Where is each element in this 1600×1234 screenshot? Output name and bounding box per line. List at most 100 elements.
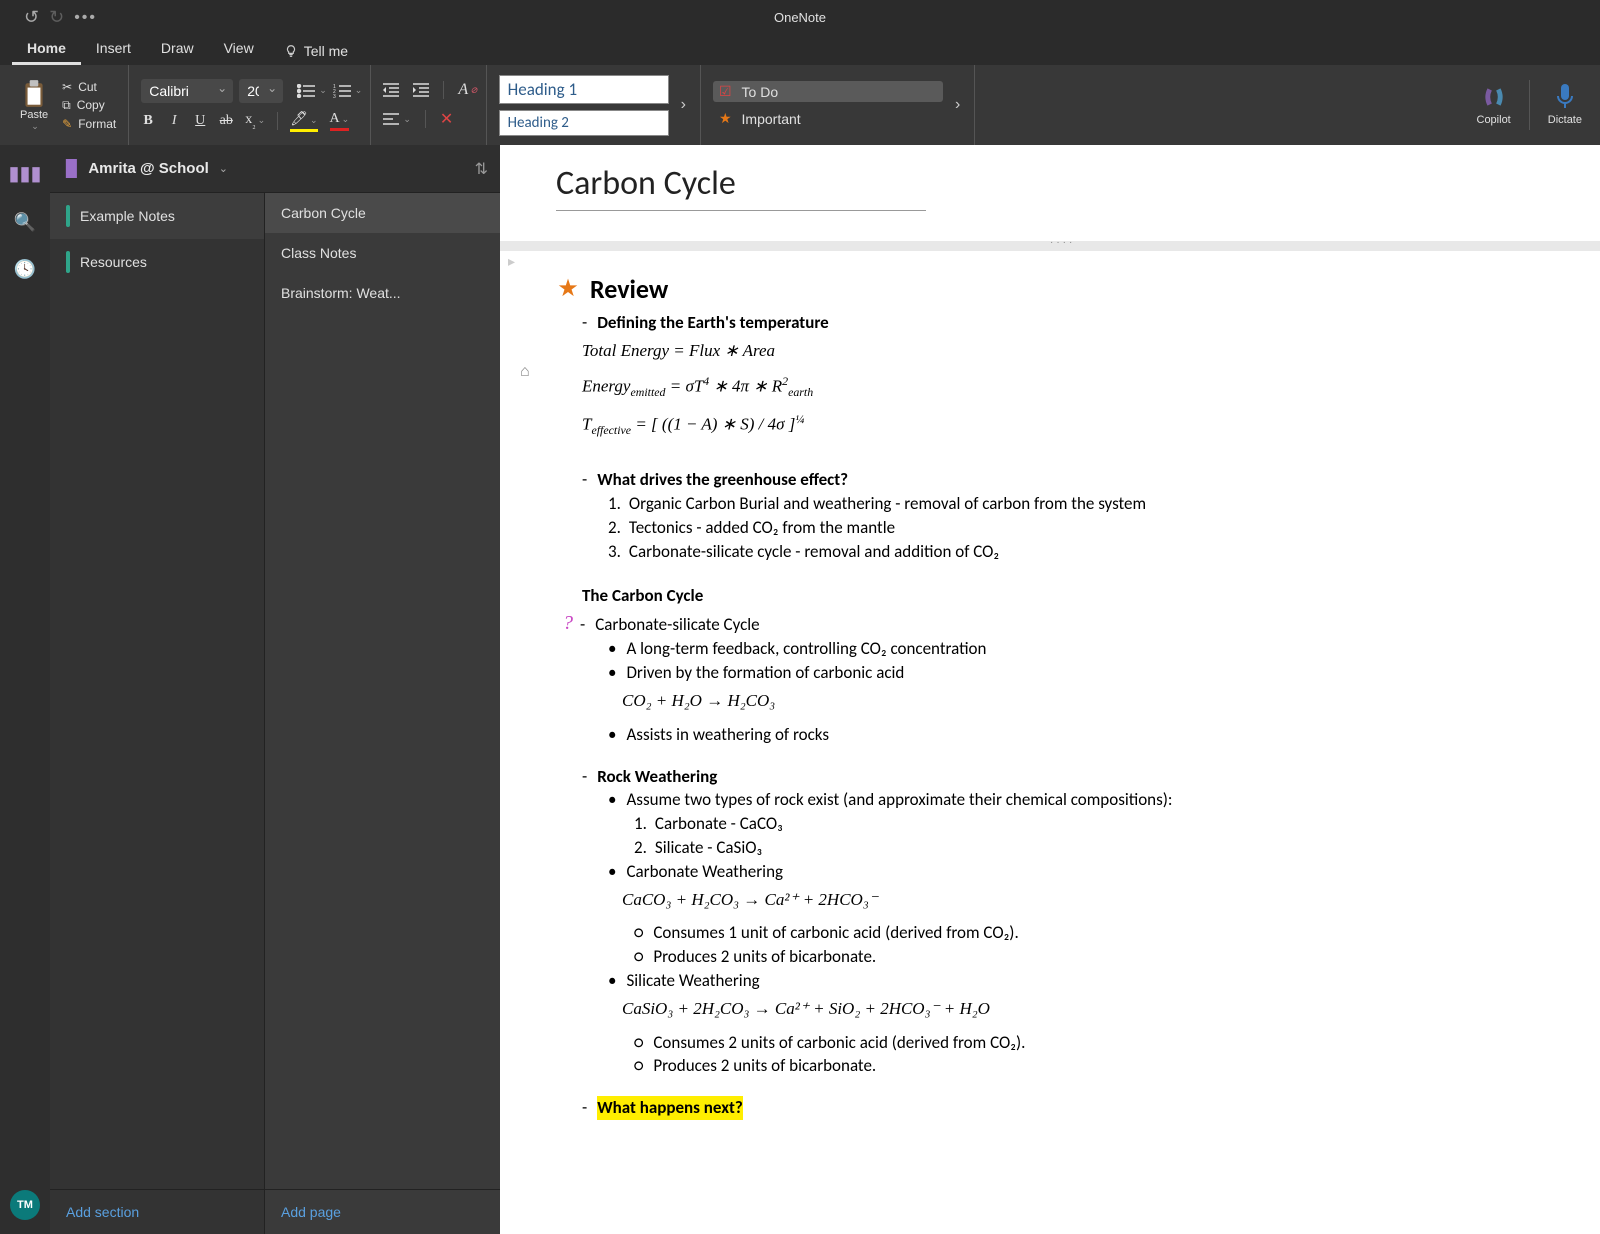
checkbox-icon: ☑: [719, 83, 732, 100]
style-heading2[interactable]: Heading 2: [499, 110, 669, 136]
list-item: Produces 2 units of bicarbonate.: [653, 1054, 876, 1078]
delete-button[interactable]: ✕: [440, 109, 453, 129]
title-bar: ↺ ↻ ••• OneNote: [0, 0, 1600, 35]
text: Rock Weathering: [597, 765, 717, 789]
tab-home[interactable]: Home: [12, 34, 81, 65]
page-item[interactable]: Class Notes: [265, 233, 500, 273]
list-item: Driven by the formation of carbonic acid: [626, 661, 904, 685]
pages-list: Carbon Cycle Class Notes Brainstorm: Wea…: [265, 193, 500, 1234]
page-item[interactable]: Carbon Cycle: [265, 193, 500, 233]
dictate-label: Dictate: [1548, 114, 1582, 126]
recent-icon[interactable]: 🕓: [14, 259, 36, 280]
font-color-button[interactable]: A⌄: [330, 111, 350, 131]
equation: CO₂ + H₂O → H₂CO₃: [622, 689, 1560, 713]
dictate-button[interactable]: Dictate: [1538, 80, 1592, 130]
list-item: Silicate Weathering: [626, 969, 759, 993]
star-icon: ★: [719, 110, 732, 127]
text: Carbonate-silicate Cycle: [595, 613, 759, 637]
bold-button[interactable]: B: [141, 113, 155, 129]
equation: Total Energy = Flux ∗ Area: [582, 339, 1560, 363]
notebooks-icon[interactable]: ▮▮▮: [8, 161, 41, 186]
list-item: Organic Carbon Burial and weathering - r…: [629, 492, 1146, 516]
page-canvas[interactable]: ▸ Carbon Cycle ⌂ ★ Review -Defining the …: [500, 145, 1600, 1234]
add-section-button[interactable]: Add section: [50, 1189, 264, 1234]
italic-button[interactable]: I: [167, 113, 181, 129]
text: What happens next?: [597, 1096, 743, 1120]
subheading: The Carbon Cycle: [582, 584, 1560, 608]
font-size-select[interactable]: [239, 79, 283, 103]
bulb-icon: [284, 44, 298, 58]
styles-expand-button[interactable]: ›: [675, 96, 692, 114]
sort-icon[interactable]: ⇅: [475, 159, 488, 179]
notebook-selector[interactable]: ▉ Amrita @ School ⌄ ⇅: [50, 145, 500, 193]
tell-me[interactable]: Tell me: [269, 37, 363, 65]
paragraph-group: A⊘ ⌄ ✕: [375, 65, 486, 145]
list-item: Produces 2 units of bicarbonate.: [653, 945, 876, 969]
search-icon[interactable]: 🔍: [14, 212, 36, 233]
equation: Teffective = [ ((1 − A) ∗ S) / 4σ ]¼: [582, 411, 1560, 439]
brush-icon: ✎: [62, 117, 72, 131]
number-list-button[interactable]: 123⌄: [333, 84, 363, 98]
question-icon[interactable]: ?: [556, 609, 580, 637]
clipboard-group: Paste ⌄ ✂Cut ⧉ Copy ✎Format: [8, 65, 129, 145]
page-item[interactable]: Brainstorm: Weat...: [265, 273, 500, 313]
avatar[interactable]: TM: [10, 1190, 40, 1220]
strike-button[interactable]: ab: [219, 113, 233, 129]
notebook-icon: ▉: [66, 159, 78, 179]
star-icon[interactable]: ★: [556, 272, 580, 306]
list-item: Carbonate Weathering: [626, 860, 783, 884]
add-page-button[interactable]: Add page: [265, 1189, 500, 1234]
section-item[interactable]: Resources: [50, 239, 264, 285]
format-painter-button[interactable]: ✎Format: [58, 116, 120, 132]
chevron-down-icon: ⌄: [219, 162, 228, 175]
style-heading1[interactable]: Heading 1: [499, 75, 669, 104]
cut-button[interactable]: ✂Cut: [58, 79, 120, 95]
notebook-name: Amrita @ School: [88, 160, 208, 177]
text: Defining the Earth's temperature: [597, 311, 829, 335]
copy-button[interactable]: ⧉ Copy: [58, 97, 120, 114]
paste-button[interactable]: Paste ⌄: [16, 75, 52, 136]
tag-todo[interactable]: ☑ To Do: [713, 81, 943, 102]
tab-draw[interactable]: Draw: [146, 34, 209, 65]
subscript-button[interactable]: x₂⌄: [245, 112, 265, 130]
indent-button[interactable]: [413, 83, 429, 97]
redo-icon[interactable]: ↻: [49, 7, 64, 28]
note-body[interactable]: ★ Review -Defining the Earth's temperatu…: [500, 251, 1600, 1140]
tab-insert[interactable]: Insert: [81, 34, 146, 65]
outdent-button[interactable]: [383, 83, 399, 97]
font-name-select[interactable]: [141, 79, 233, 103]
highlight-button[interactable]: 🖊⌄: [290, 111, 317, 132]
clear-formatting-button[interactable]: A⊘: [458, 81, 477, 99]
text: What drives the greenhouse effect?: [597, 468, 848, 492]
list-item: Assists in weathering of rocks: [626, 723, 829, 747]
underline-button[interactable]: U: [193, 113, 207, 129]
note-container-handle[interactable]: ▸: [508, 253, 515, 270]
horizontal-divider[interactable]: [500, 241, 1600, 251]
tell-me-label: Tell me: [304, 43, 348, 59]
equation: Energyemitted = σT4 ∗ 4π ∗ R2earth: [582, 373, 1560, 401]
list-item: Consumes 2 units of carbonic acid (deriv…: [653, 1031, 1025, 1055]
paste-label: Paste: [20, 109, 48, 121]
activity-bar: ▮▮▮ 🔍 🕓 TM: [0, 145, 50, 1234]
tags-expand-button[interactable]: ›: [949, 96, 966, 114]
align-button[interactable]: ⌄: [383, 113, 411, 125]
list-item: Carbonate - CaCO₃: [655, 812, 783, 836]
list-item: Silicate - CaSiO₃: [655, 836, 762, 860]
clipboard-icon: [21, 79, 47, 109]
tag-todo-label: To Do: [742, 84, 779, 100]
equation: CaCO₃ + H₂CO₃ → Ca²⁺ + 2HCO₃⁻: [622, 888, 1560, 912]
home-icon[interactable]: ⌂: [520, 363, 530, 381]
copy-icon: ⧉: [62, 98, 71, 113]
page-title[interactable]: Carbon Cycle: [556, 163, 926, 211]
navigation-pane: ▉ Amrita @ School ⌄ ⇅ Example Notes Reso…: [50, 145, 500, 1234]
section-item[interactable]: Example Notes: [50, 193, 264, 239]
copy-label: Copy: [77, 98, 105, 112]
tab-view[interactable]: View: [209, 34, 269, 65]
styles-group: Heading 1 Heading 2 ›: [491, 65, 701, 145]
tag-important[interactable]: ★Important: [713, 108, 943, 129]
more-icon[interactable]: •••: [74, 9, 97, 27]
undo-icon[interactable]: ↺: [24, 7, 39, 28]
copilot-button[interactable]: Copilot: [1467, 80, 1521, 130]
cut-label: Cut: [78, 80, 97, 94]
bullet-list-button[interactable]: ⌄: [297, 84, 327, 98]
